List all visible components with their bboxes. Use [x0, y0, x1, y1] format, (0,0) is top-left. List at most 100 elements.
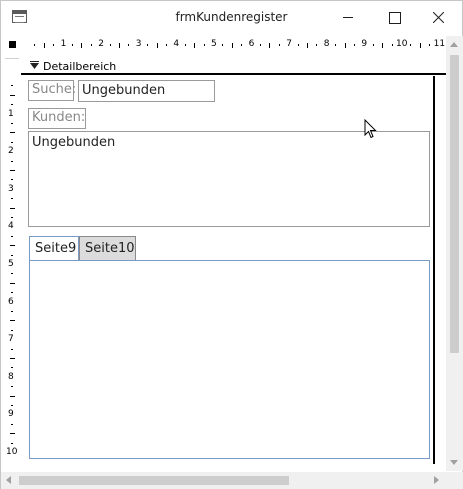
tab-seite10[interactable]: Seite10: [79, 236, 136, 260]
form-selector[interactable]: [9, 41, 16, 48]
ruler-tick: [278, 44, 280, 46]
ruler-tick: [11, 367, 13, 369]
ruler-number: 2: [8, 146, 14, 157]
ruler-tick: [354, 44, 355, 46]
search-label[interactable]: Suche:: [28, 80, 76, 101]
ruler-tick: [11, 292, 13, 294]
section-header-detail[interactable]: Detailbereich: [21, 57, 446, 75]
horizontal-ruler[interactable]: 1 2 3 4 5 6 7 8 9 10 11: [21, 37, 445, 53]
ruler-number: 11: [433, 39, 446, 49]
ruler-tick: [43, 42, 45, 48]
ruler-number: 3: [8, 183, 14, 194]
ruler-tick: [11, 442, 13, 444]
ruler-tick: [11, 141, 13, 143]
ruler-number: 9: [8, 409, 14, 420]
ruler-number: 10: [396, 39, 408, 49]
scroll-right-icon[interactable]: [434, 476, 439, 484]
section-arrow-icon: [30, 61, 39, 69]
ruler-tick: [128, 44, 130, 46]
minimize-button[interactable]: [325, 1, 371, 34]
ruler-tick: [9, 94, 15, 96]
horizontal-scrollbar[interactable]: [1, 472, 446, 489]
ruler-tick: [34, 44, 36, 46]
maximize-button[interactable]: [371, 1, 417, 34]
ruler-number: 1: [8, 108, 14, 119]
ruler-tick: [9, 282, 15, 284]
ruler-tick: [11, 104, 13, 106]
ruler-tick: [231, 42, 233, 48]
horizontal-scroll-thumb[interactable]: [19, 476, 289, 485]
ruler-number: 4: [8, 221, 14, 232]
ruler-tick: [90, 44, 92, 46]
ruler-tick: [11, 179, 13, 181]
customers-listbox[interactable]: Ungebunden: [28, 131, 430, 227]
form-window: frmKundenregister 1 2 3 4 5 6 7 8 9 10 11 12345678…: [0, 0, 463, 489]
ruler-tick: [222, 44, 224, 46]
scroll-up-icon[interactable]: [450, 42, 458, 47]
ruler-tick: [11, 329, 13, 331]
ruler-number: 4: [173, 39, 180, 49]
ruler-tick: [166, 44, 167, 46]
ruler-tick: [109, 44, 111, 46]
ruler-tick: [11, 405, 13, 406]
vertical-scrollbar[interactable]: [446, 36, 463, 471]
ruler-tick: [11, 217, 13, 218]
ruler-tick: [9, 245, 15, 247]
mouse-pointer-icon: [364, 119, 377, 139]
ruler-number: 6: [248, 39, 255, 49]
vertical-scroll-thumb[interactable]: [450, 55, 459, 353]
ruler-tick: [391, 44, 393, 46]
ruler-tick: [9, 170, 15, 171]
ruler-tick: [9, 358, 15, 359]
ruler-tick: [382, 42, 384, 48]
tab-seite9[interactable]: Seite9: [29, 236, 79, 260]
ruler-tick: [419, 42, 421, 48]
ruler-tick: [11, 198, 13, 200]
ruler-tick: [11, 386, 13, 388]
vertical-ruler[interactable]: 1 2 3 4 5 6 7 8 9 10: [5, 73, 21, 463]
ruler-tick: [335, 44, 337, 46]
ruler-number: 7: [286, 39, 292, 49]
ruler-number: 8: [323, 39, 330, 49]
ruler-number: 7: [8, 334, 14, 345]
ruler-tick: [410, 44, 412, 46]
title-bar[interactable]: frmKundenregister: [1, 1, 462, 34]
ruler-tick: [147, 44, 149, 46]
close-icon: [433, 12, 444, 23]
ruler-tick: [11, 348, 13, 350]
ruler-number: 1: [60, 39, 67, 49]
ruler-tick: [11, 311, 13, 312]
section-selector[interactable]: [5, 58, 19, 71]
ruler-tick: [9, 395, 15, 397]
ruler-tick: [9, 320, 15, 322]
scroll-left-icon[interactable]: [6, 476, 11, 484]
ruler-tick: [72, 44, 73, 46]
ruler-tick: [307, 42, 308, 48]
ruler-number: 9: [361, 39, 368, 49]
ruler-tick: [9, 132, 15, 134]
ruler-tick: [11, 160, 13, 162]
ruler-tick: [11, 235, 13, 237]
ruler-tick: [11, 254, 13, 256]
ruler-tick: [260, 44, 261, 46]
scroll-down-icon[interactable]: [450, 460, 458, 465]
ruler-number: 10: [6, 447, 18, 457]
ruler-number: 8: [8, 371, 14, 382]
ruler-number: 5: [8, 259, 14, 269]
ruler-tick: [119, 42, 120, 48]
ruler-tick: [156, 42, 158, 48]
ruler-tick: [11, 273, 13, 275]
close-button[interactable]: [415, 1, 461, 34]
ruler-tick: [297, 44, 299, 46]
search-textbox[interactable]: Ungebunden: [78, 80, 215, 102]
ruler-tick: [203, 44, 205, 46]
customers-label[interactable]: Kunden:: [28, 108, 86, 129]
ruler-tick: [9, 207, 15, 209]
tab-page[interactable]: [29, 260, 430, 459]
ruler-tick: [11, 423, 13, 425]
ruler-tick: [53, 44, 55, 46]
ruler-number: 6: [8, 296, 14, 307]
ruler-tick: [11, 123, 13, 124]
ruler-tick: [344, 42, 346, 48]
ruler-number: 5: [211, 39, 217, 49]
